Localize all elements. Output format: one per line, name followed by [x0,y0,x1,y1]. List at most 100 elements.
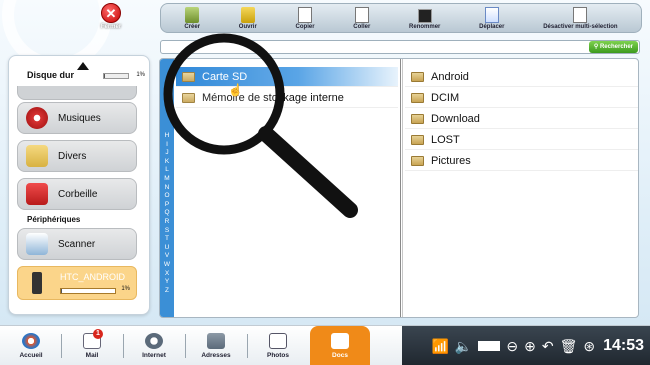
device-label: HTC_ANDROID [60,272,126,282]
folder-icon [411,113,424,124]
taskbar-internet[interactable]: Internet [125,326,183,365]
folder-icon [411,134,424,145]
file-browser: HIJKLMNOPQRSTUVWXYZ Carte SD Mémoire de … [159,58,639,318]
alphabet-letter[interactable]: N [160,184,174,193]
hand-cursor-icon: ☝ [228,83,243,97]
item-name: DCIM [431,91,460,104]
folder-icon [182,71,195,82]
alphabet-letter[interactable]: U [160,244,174,253]
zoom-out-icon[interactable]: ⊖ [506,339,518,353]
search-input[interactable]: ⚲ Rechercher [160,40,640,54]
list-item[interactable]: DCIM [405,88,638,108]
item-name: Pictures [431,154,471,167]
folder-icon [411,92,424,103]
open-label: Ouvrir [238,24,257,30]
copy-icon [298,7,313,23]
folder-icon [26,145,48,167]
rename-button[interactable]: Renommer [409,9,440,30]
copy-button[interactable]: Copier [296,7,315,30]
disk-usage[interactable]: Disque dur 1% [27,70,145,82]
alphabet-letter[interactable]: H [160,132,174,141]
alphabet-letter[interactable]: Z [160,287,174,296]
taskbar-label: Internet [142,352,166,359]
volume-icon[interactable]: 🔈 [455,339,472,353]
list-item[interactable]: Android [405,67,638,87]
alphabet-letter[interactable]: P [160,201,174,210]
zoom-in-icon[interactable]: ⊕ [524,339,536,353]
alphabet-letter[interactable]: T [160,235,174,244]
paste-label: Coller [353,24,371,30]
create-button[interactable]: Créer [184,7,200,30]
taskbar-addresses[interactable]: Adresses [187,326,245,365]
taskbar-separator [185,334,186,358]
item-name: Carte SD [202,70,248,83]
sidebar-item-label: Corbeille [58,188,98,200]
sidebar-item-music[interactable]: Musiques [17,102,137,134]
folder-icon [411,71,424,82]
alphabet-letter[interactable]: W [160,261,174,270]
docs-icon [331,333,349,349]
column-divider[interactable] [400,59,403,317]
alphabet-letter[interactable]: X [160,270,174,279]
alphabet-letter[interactable]: O [160,192,174,201]
scanner-icon [26,233,48,255]
sidebar-item-label: Divers [58,150,87,162]
folder-icon [182,92,195,103]
alphabet-letter[interactable]: K [160,158,174,167]
system-tray: 📶 🔈 ⊖ ⊕ ↶ 🗑 ⊛ 14:53 [402,326,650,365]
open-button[interactable]: Ouvrir [239,7,257,30]
list-item[interactable]: LOST [405,130,638,150]
list-item-internal-storage[interactable]: Mémoire de stockage interne [176,88,398,108]
new-folder-icon [185,7,200,23]
multi-select-button[interactable]: Désactiver multi-sélection [543,7,618,30]
taskbar-docs[interactable]: Docs [310,326,370,365]
taskbar-separator [247,334,248,358]
move-label: Déplacer [479,24,505,30]
list-item[interactable]: Pictures [405,151,638,171]
taskbar-label: Docs [332,352,348,359]
taskbar-mail[interactable]: Mail 1 [63,326,121,365]
sidebar-item-scanner[interactable]: Scanner [17,228,137,260]
alphabet-letter[interactable]: Q [160,209,174,218]
move-icon [484,7,499,23]
alphabet-letter[interactable]: R [160,218,174,227]
taskbar-label: Photos [266,352,290,359]
alphabet-letter[interactable]: V [160,252,174,261]
search-button[interactable]: ⚲ Rechercher [588,41,638,53]
disk-label: Disque dur [27,70,75,80]
alphabet-letter[interactable]: I [160,141,174,150]
alphabet-letter[interactable]: S [160,227,174,236]
sidebar-item-android-device[interactable]: HTC_ANDROID 1% [17,266,137,300]
item-name: LOST [431,133,460,146]
music-icon [26,107,48,129]
item-name: Android [431,70,469,83]
sidebar-item-trash[interactable]: Corbeille [17,178,137,210]
sidebar-item-divers[interactable]: Divers [17,140,137,172]
list-item[interactable]: Download [405,109,638,129]
taskbar-separator [61,334,62,358]
taskbar-home[interactable]: Accueil [2,326,60,365]
close-button[interactable]: ✕ Fermer [96,3,126,30]
help-lifebuoy-icon[interactable]: ⊛ [583,339,595,353]
sidebar-item-partial[interactable] [17,86,137,100]
item-name: Download [431,112,480,125]
multi-select-label: Désactiver multi-sélection [543,24,618,30]
paste-button[interactable]: Coller [353,7,370,30]
move-button[interactable]: Déplacer [479,7,504,30]
wifi-icon[interactable]: 📶 [431,339,448,353]
list-item-carte-sd[interactable]: Carte SD [176,67,398,87]
alphabet-letter[interactable]: L [160,166,174,175]
rename-icon [417,9,432,23]
devices-section-label: Périphériques [27,215,81,224]
undo-icon[interactable]: ↶ [542,339,554,353]
alphabet-letter[interactable]: M [160,175,174,184]
device-percent: 1% [121,286,130,292]
alphabet-index[interactable]: HIJKLMNOPQRSTUVWXYZ [160,59,174,317]
alphabet-letter[interactable]: J [160,149,174,158]
paste-icon [354,7,369,23]
taskbar-photos[interactable]: Photos [249,326,307,365]
trash-icon[interactable]: 🗑 [560,339,578,353]
alphabet-letter[interactable]: Y [160,278,174,287]
scroll-up-arrow-icon[interactable] [77,62,89,70]
battery-icon[interactable] [478,340,501,351]
